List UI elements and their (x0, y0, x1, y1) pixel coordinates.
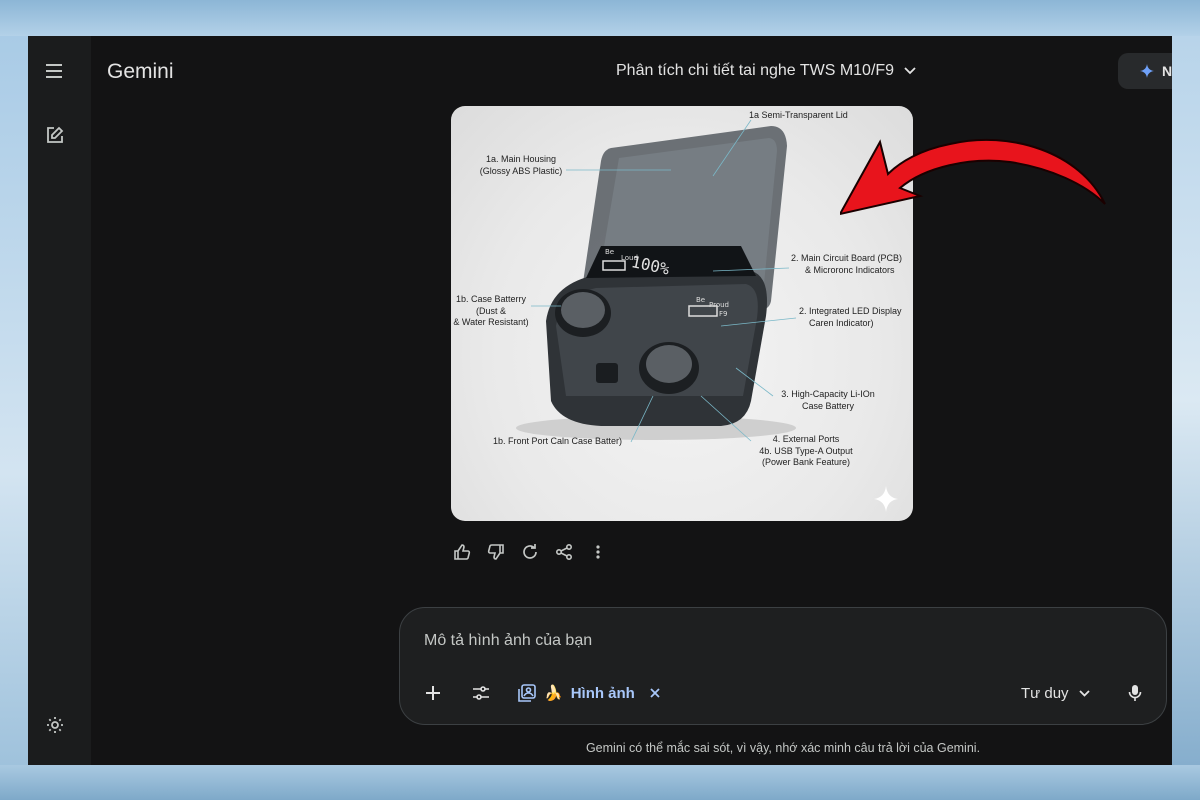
callout-liion: 3. High-Capacity Li-IOn Case Battery (773, 389, 883, 412)
display-left-brand-1: Be (605, 248, 614, 256)
image-chip-label: Hình ảnh (570, 684, 635, 702)
response-actions (451, 541, 609, 563)
callout-liion-line-2: Case Battery (801, 400, 855, 411)
callout-battery-line-3: & Water Resistant) (453, 317, 529, 327)
callout-pcb-line-2: & Microronc Indicators (805, 264, 895, 275)
share-button[interactable] (553, 541, 575, 563)
app-title: Gemini (107, 60, 174, 83)
thumbs-down-button[interactable] (485, 541, 507, 563)
red-arrow-annotation (840, 138, 1106, 216)
menu-button[interactable] (39, 55, 71, 87)
share-icon (555, 543, 573, 561)
tune-icon (473, 686, 489, 700)
upgrade-button[interactable]: N (1118, 53, 1172, 89)
refresh-icon (523, 544, 537, 559)
callout-housing-line-2: (Glossy ABS Plastic) (479, 165, 563, 176)
callout-battery-line-2: (Dust & (475, 305, 506, 316)
prompt-composer[interactable]: Mô tả hình ảnh của bạn 🍌 Hình ảnh Tư duy (399, 607, 1167, 725)
mode-label: Tư duy (1021, 684, 1069, 702)
callout-case-battery: 1b. Case Batterry (Dust & & Water Resist… (451, 294, 531, 329)
desktop-background-bottom (0, 765, 1200, 800)
desktop-background-top (0, 0, 1200, 36)
image-tool-chip[interactable]: 🍌 Hình ảnh (518, 678, 661, 708)
disclaimer-text: Gemini có thể mắc sai sót, vì vậy, nhớ x… (585, 741, 981, 755)
callout-pcb-line-1: 2. Main Circuit Board (PCB) (791, 253, 903, 263)
settings-button[interactable] (39, 709, 71, 741)
prompt-input[interactable]: Mô tả hình ảnh của bạn (424, 632, 592, 650)
new-chat-button[interactable] (39, 119, 71, 151)
callout-ports-line-1: 4. External Ports (772, 434, 840, 444)
add-attachment-button[interactable] (420, 678, 446, 708)
chevron-down-icon (1078, 689, 1090, 697)
callout-housing: 1a. Main Housing (Glossy ABS Plastic) (471, 154, 571, 177)
conversation-title-dropdown[interactable]: Phân tích chi tiết tai nghe TWS M10/F9 (616, 62, 916, 80)
tools-button[interactable] (468, 678, 494, 708)
gemini-window: Gemini Phân tích chi tiết tai nghe TWS M… (28, 36, 1172, 765)
image-generation-icon (518, 684, 536, 702)
image-chip-emoji: 🍌 (544, 685, 563, 702)
callout-led: 2. Integrated LED Display Caren Indicato… (799, 306, 902, 329)
conversation-title: Phân tích chi tiết tai nghe TWS M10/F9 (616, 62, 895, 79)
microphone-button[interactable] (1122, 678, 1148, 708)
callout-ports: 4. External Ports 4b. USB Type-A Output … (741, 434, 871, 469)
callout-liion-line-1: 3. High-Capacity Li-IOn (781, 389, 875, 399)
gemini-spark-icon (1140, 64, 1154, 78)
callout-lid: 1a Semi-Transparent Lid (749, 110, 848, 120)
thumbs-up-icon (454, 544, 471, 560)
callout-ports-line-3: (Power Bank Feature) (761, 457, 851, 467)
desktop-background-right (1172, 36, 1200, 765)
callout-battery-line-1: 1b. Case Batterry (455, 294, 527, 304)
thumbs-up-button[interactable] (451, 541, 473, 563)
more-vertical-icon (596, 545, 600, 559)
more-options-button[interactable] (587, 541, 609, 563)
callout-led-line-2: Caren Indicator) (809, 317, 874, 328)
side-rail (28, 36, 91, 765)
desktop-background-left (0, 36, 28, 765)
plus-icon (426, 686, 440, 700)
callout-front-port: 1b. Front Port Caln Case Batter) (493, 436, 623, 446)
mode-selector[interactable]: Tư duy (1021, 678, 1090, 708)
display-model: F9 (719, 310, 727, 318)
edit-icon (47, 126, 64, 143)
callout-housing-line-1: 1a. Main Housing (485, 154, 557, 164)
display-right-brand-1: Be (696, 296, 705, 304)
callout-pcb: 2. Main Circuit Board (PCB) & Microronc … (791, 253, 902, 276)
display-right-brand-2: Proud (709, 301, 729, 309)
close-icon[interactable] (649, 687, 661, 699)
display-left-brand-2: Loud (621, 254, 638, 262)
regenerate-button[interactable] (519, 541, 541, 563)
microphone-icon (1128, 685, 1142, 701)
thumbs-down-icon (487, 544, 504, 560)
gear-icon (47, 717, 63, 733)
callout-led-line-1: 2. Integrated LED Display (799, 306, 902, 316)
chevron-down-icon (904, 67, 916, 75)
hamburger-menu-icon (46, 64, 62, 78)
callout-ports-line-2: 4b. USB Type-A Output (759, 445, 853, 456)
upgrade-label: N (1162, 63, 1172, 79)
